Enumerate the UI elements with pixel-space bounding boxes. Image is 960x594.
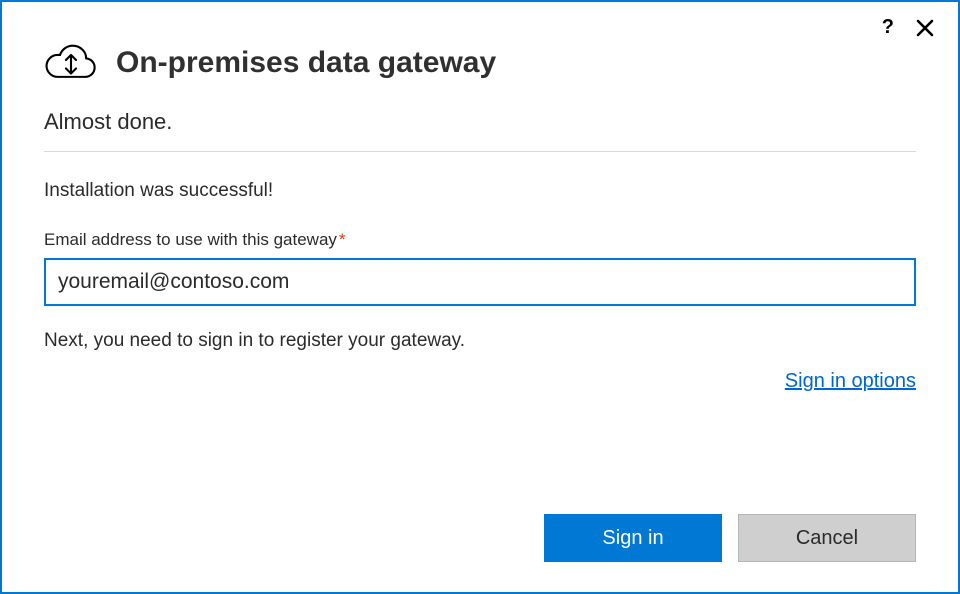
cloud-sync-icon bbox=[44, 38, 98, 87]
dialog-title: On-premises data gateway bbox=[116, 46, 496, 80]
titlebar-icons: ? bbox=[882, 16, 936, 39]
dialog-subtitle: Almost done. bbox=[44, 109, 916, 135]
link-row: Sign in options bbox=[44, 370, 916, 393]
close-icon[interactable] bbox=[914, 17, 936, 39]
button-row: Sign in Cancel bbox=[544, 514, 916, 562]
help-icon[interactable]: ? bbox=[882, 16, 894, 39]
cancel-button[interactable]: Cancel bbox=[738, 514, 916, 562]
required-indicator: * bbox=[339, 230, 346, 249]
next-instruction: Next, you need to sign in to register yo… bbox=[44, 330, 916, 352]
gateway-dialog: ? On-premises data gateway Almost done. … bbox=[0, 0, 960, 594]
email-label: Email address to use with this gateway* bbox=[44, 230, 916, 250]
sign-in-options-link[interactable]: Sign in options bbox=[785, 370, 916, 392]
email-label-text: Email address to use with this gateway bbox=[44, 230, 337, 249]
sign-in-button[interactable]: Sign in bbox=[544, 514, 722, 562]
email-field[interactable] bbox=[44, 258, 916, 306]
divider bbox=[44, 151, 916, 152]
header-row: On-premises data gateway bbox=[44, 38, 916, 87]
status-text: Installation was successful! bbox=[44, 180, 916, 202]
